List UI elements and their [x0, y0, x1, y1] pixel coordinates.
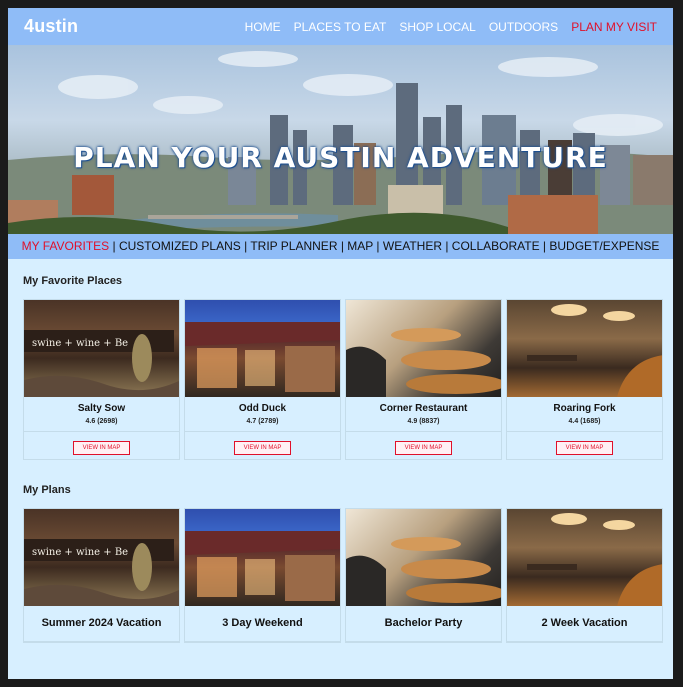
plan-card-3-day-weekend[interactable]: 3 Day Weekend [184, 508, 341, 643]
view-in-map-button[interactable]: VIEW IN MAP [555, 441, 614, 455]
subnav-separator: | [539, 239, 550, 253]
hero-title: PLAN YOUR AUSTIN ADVENTURE [73, 141, 608, 174]
site-logo[interactable]: 4ustin [24, 16, 78, 37]
place-name: Odd Duck [238, 403, 287, 414]
place-rating: 4.4 (1685) [568, 418, 601, 425]
favorites-section-title: My Favorite Places [23, 275, 123, 287]
top-navigation: 4ustin HOME PLACES TO EAT SHOP LOCAL OUT… [8, 8, 673, 45]
view-in-map-button[interactable]: VIEW IN MAP [394, 441, 453, 455]
plans-card-list: swine + wine + Be Summer 2024 Vacation 3… [8, 508, 673, 643]
subnav-separator: | [373, 239, 383, 253]
plan-subnav: MY FAVORITES | CUSTOMIZED PLANS | TRIP P… [8, 234, 673, 259]
plans-section-title: My Plans [23, 484, 71, 496]
hero-banner: PLAN YOUR AUSTIN ADVENTURE [8, 45, 673, 234]
salty-sow-sign-image: swine + wine + Be [24, 330, 179, 397]
place-rating: 4.9 (8837) [407, 418, 440, 425]
nav-places-to-eat[interactable]: PLACES TO EAT [294, 20, 387, 34]
austin-skyline-image [8, 51, 673, 234]
subnav-separator: | [441, 239, 452, 253]
place-rating: 4.7 (2789) [246, 418, 279, 425]
view-in-map-button[interactable]: VIEW IN MAP [72, 441, 131, 455]
plan-name: 3 Day Weekend [185, 606, 340, 642]
subnav-customized-plans[interactable]: CUSTOMIZED PLANS [119, 239, 241, 253]
place-card-salty-sow[interactable]: swine + wine + Be Salty Sow 4.6 (2698) V… [23, 299, 180, 460]
salty-sow-sign-text: swine + wine + Be [32, 338, 128, 349]
favorites-card-list: swine + wine + Be Salty Sow 4.6 (2698) V… [8, 299, 673, 460]
plan-card-bachelor-party[interactable]: Bachelor Party [345, 508, 502, 643]
nav-outdoors[interactable]: OUTDOORS [489, 20, 558, 34]
plan-name: 2 Week Vacation [507, 606, 662, 642]
plan-name: Summer 2024 Vacation [24, 606, 179, 642]
plan-photo [346, 509, 501, 606]
place-rating: 4.6 (2698) [85, 418, 118, 425]
plan-photo [507, 509, 662, 606]
plan-photo: swine + wine + Be [24, 509, 179, 606]
salty-sow-photo: swine + wine + Be [24, 300, 179, 397]
main-nav-links: HOME PLACES TO EAT SHOP LOCAL OUTDOORS P… [245, 20, 657, 34]
place-name: Roaring Fork [553, 403, 616, 414]
corner-restaurant-photo [346, 300, 501, 397]
place-card-roaring-fork[interactable]: Roaring Fork 4.4 (1685) VIEW IN MAP [506, 299, 663, 460]
place-name: Salty Sow [77, 403, 126, 414]
view-in-map-button[interactable]: VIEW IN MAP [233, 441, 292, 455]
nav-shop-local[interactable]: SHOP LOCAL [399, 20, 475, 34]
plan-photo [185, 509, 340, 606]
plan-card-summer-2024-vacation[interactable]: swine + wine + Be Summer 2024 Vacation [23, 508, 180, 643]
plan-name: Bachelor Party [346, 606, 501, 642]
place-card-corner-restaurant[interactable]: Corner Restaurant 4.9 (8837) VIEW IN MAP [345, 299, 502, 460]
subnav-separator: | [109, 239, 119, 253]
subnav-separator: | [337, 239, 348, 253]
subnav-separator: | [240, 239, 251, 253]
page: 4ustin HOME PLACES TO EAT SHOP LOCAL OUT… [8, 8, 673, 679]
subnav-collaborate[interactable]: COLLABORATE [452, 239, 540, 253]
plan-sign-text: swine + wine + Be [32, 547, 128, 558]
roaring-fork-photo [507, 300, 662, 397]
subnav-weather[interactable]: WEATHER [383, 239, 442, 253]
nav-plan-my-visit[interactable]: PLAN MY VISIT [571, 20, 657, 34]
subnav-my-favorites[interactable]: MY FAVORITES [22, 239, 110, 253]
place-name: Corner Restaurant [379, 403, 468, 414]
subnav-map[interactable]: MAP [347, 239, 373, 253]
odd-duck-photo [185, 300, 340, 397]
subnav-trip-planner[interactable]: TRIP PLANNER [250, 239, 337, 253]
nav-home[interactable]: HOME [245, 20, 281, 34]
plan-card-2-week-vacation[interactable]: 2 Week Vacation [506, 508, 663, 643]
place-card-odd-duck[interactable]: Odd Duck 4.7 (2789) VIEW IN MAP [184, 299, 341, 460]
subnav-budget-expense[interactable]: BUDGET/EXPENSE [549, 239, 659, 253]
